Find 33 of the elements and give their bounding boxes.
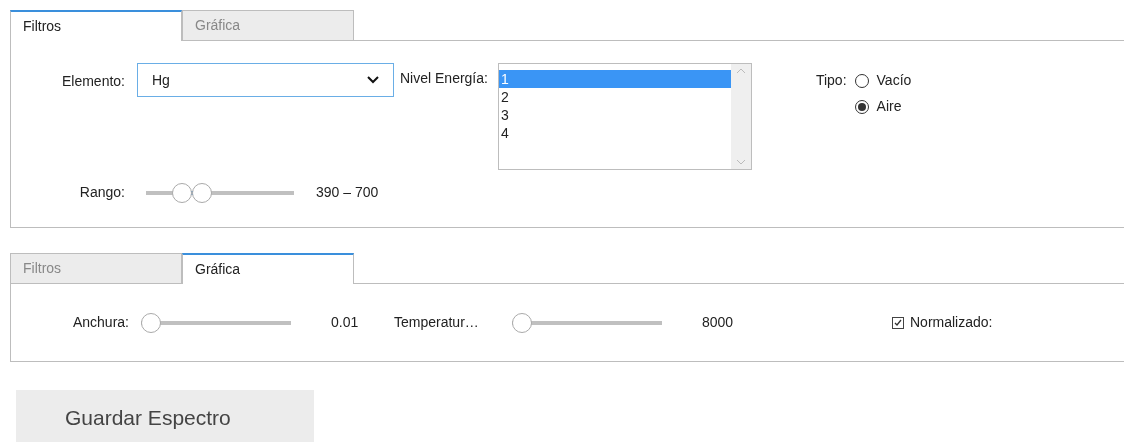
save-spectrum-button[interactable]: Guardar Espectro <box>16 390 314 442</box>
slider[interactable] <box>146 182 294 203</box>
slider[interactable] <box>141 312 291 333</box>
scroll-up-icon[interactable] <box>735 68 746 74</box>
slider-label: Temperatur… <box>394 313 480 332</box>
checkbox[interactable] <box>892 316 904 329</box>
slider-thumb[interactable] <box>141 312 161 333</box>
slider-thumb[interactable] <box>192 182 213 203</box>
tab[interactable]: Filtros <box>10 10 182 41</box>
slider-label: Anchura: <box>71 313 129 332</box>
scrollbar[interactable] <box>730 64 751 169</box>
slider-reading: 8000 <box>702 313 735 332</box>
scroll-down-icon[interactable] <box>735 159 746 165</box>
list-option[interactable]: 4 <box>498 124 731 142</box>
tab[interactable]: Gráfica <box>182 253 354 284</box>
field-label: Elemento: <box>60 72 125 91</box>
slider-thumb[interactable] <box>512 312 532 333</box>
field-label: Nivel Energía: <box>400 69 488 88</box>
slider[interactable] <box>512 312 662 333</box>
dropdown-value: Hg <box>152 70 170 90</box>
chevron-down-icon <box>367 76 379 84</box>
field-label: Tipo: <box>815 71 847 90</box>
radio-option[interactable]: Aire <box>854 96 912 117</box>
list-option[interactable]: 2 <box>498 88 731 106</box>
slider-thumb[interactable] <box>171 182 192 203</box>
range-reading: 390 – 700 <box>316 183 379 202</box>
element-dropdown[interactable]: Hg <box>137 63 394 97</box>
field-label: Rango: <box>78 183 125 202</box>
checkbox-label: Normalizado: <box>910 313 993 332</box>
list-option[interactable]: 3 <box>498 106 731 124</box>
slider-reading: 0.01 <box>331 313 360 332</box>
radio-option[interactable]: Vacío <box>854 70 912 91</box>
energy-level-list[interactable]: 1 2 3 4 <box>497 63 752 170</box>
